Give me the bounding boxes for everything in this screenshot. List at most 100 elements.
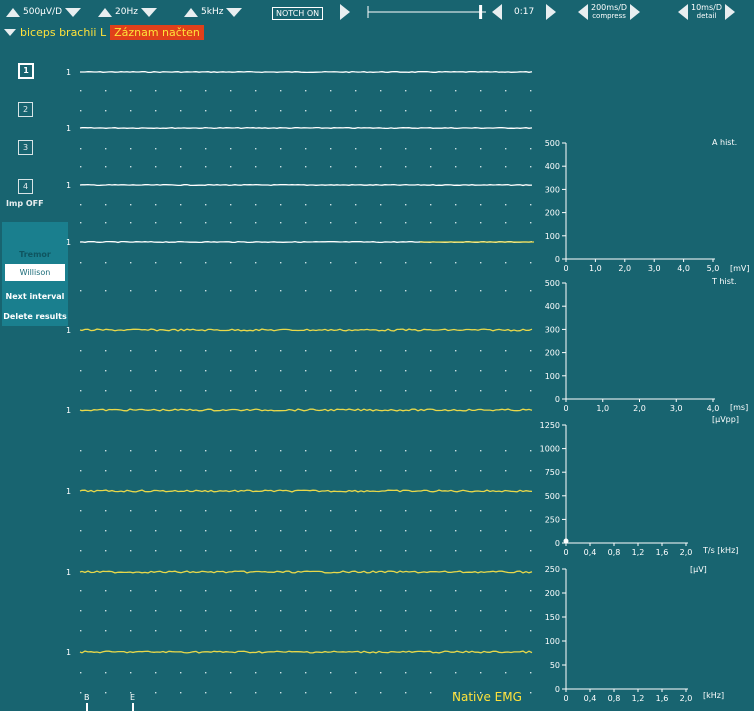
grid-dot [305, 550, 307, 552]
grid-dot [130, 370, 132, 372]
grid-dot [255, 110, 257, 112]
grid-dot [205, 450, 207, 452]
grid-dot [355, 550, 357, 552]
grid-dot [230, 350, 232, 352]
hist-xtick-label: 1,0 [596, 404, 609, 413]
grid-dot [155, 610, 157, 612]
marker-e[interactable] [132, 703, 134, 711]
hist-xtick-label: 2,0 [633, 404, 646, 413]
grid-dot [230, 290, 232, 292]
grid-dot [455, 204, 457, 206]
grid-dot [130, 550, 132, 552]
grid-dot [130, 630, 132, 632]
grid-dot [105, 204, 107, 206]
ts-data-point [563, 538, 569, 544]
emg-trace-3 [79, 183, 533, 187]
grid-dot [505, 390, 507, 392]
grid-dot [405, 204, 407, 206]
grid-dot [380, 630, 382, 632]
grid-dot [430, 222, 432, 224]
grid-dot [230, 450, 232, 452]
grid-dot [455, 166, 457, 168]
grid-dot [105, 110, 107, 112]
grid-dot [455, 390, 457, 392]
grid-dot [405, 590, 407, 592]
spectrum-xunit: [kHz] [703, 691, 725, 700]
grid-dot [130, 204, 132, 206]
marker-b-label: B [84, 693, 90, 702]
grid-dot [105, 672, 107, 674]
hist-ytick-label: 500 [545, 139, 560, 148]
hist-xtick-label: 0 [563, 264, 568, 273]
grid-dot [380, 470, 382, 472]
grid-dot [255, 672, 257, 674]
grid-dot [430, 390, 432, 392]
grid-dot [280, 692, 282, 694]
grid-dot [130, 90, 132, 92]
grid-dot [505, 450, 507, 452]
grid-dot [80, 148, 82, 150]
grid-dot [530, 672, 532, 674]
grid-dot [105, 262, 107, 264]
grid-dot [305, 262, 307, 264]
grid-dot [505, 610, 507, 612]
grid-dot [230, 630, 232, 632]
grid-dot [455, 510, 457, 512]
grid-dot [430, 262, 432, 264]
grid-dot [180, 350, 182, 352]
grid-dot [330, 630, 332, 632]
grid-dot [180, 222, 182, 224]
grid-dot [155, 450, 157, 452]
grid-dot [80, 530, 82, 532]
grid-dot [205, 470, 207, 472]
hist-ytick-label: 200 [545, 209, 560, 218]
grid-dot [455, 262, 457, 264]
grid-dot [305, 204, 307, 206]
grid-dot [455, 590, 457, 592]
hist-ytick-label: 1000 [540, 445, 560, 454]
hist-ytick-label: 50 [550, 661, 560, 670]
grid-dot [105, 390, 107, 392]
grid-dot [380, 510, 382, 512]
grid-dot [280, 610, 282, 612]
grid-dot [480, 222, 482, 224]
grid-dot [130, 390, 132, 392]
grid-dot [430, 510, 432, 512]
grid-dot [480, 166, 482, 168]
grid-dot [355, 390, 357, 392]
grid-dot [255, 630, 257, 632]
emg-trace-5 [79, 328, 533, 332]
grid-dot [505, 290, 507, 292]
hist-ytick-label: 150 [545, 613, 560, 622]
grid-dot [480, 390, 482, 392]
grid-dot [355, 148, 357, 150]
grid-dot [205, 370, 207, 372]
grid-dot [505, 630, 507, 632]
grid-dot [105, 90, 107, 92]
grid-dot [305, 166, 307, 168]
marker-b[interactable] [86, 703, 88, 711]
grid-dot [480, 148, 482, 150]
grid-dot [505, 350, 507, 352]
grid-dot [480, 530, 482, 532]
grid-dot [130, 166, 132, 168]
grid-dot [255, 148, 257, 150]
grid-dot [180, 148, 182, 150]
grid-dot [405, 470, 407, 472]
grid-dot [530, 550, 532, 552]
grid-dot [80, 672, 82, 674]
grid-dot [480, 370, 482, 372]
grid-dot [305, 290, 307, 292]
grid-dot [105, 450, 107, 452]
grid-dot [80, 350, 82, 352]
grid-dot [455, 350, 457, 352]
emg-trace-area[interactable]: 11111111101002003004005000 1,0 2,0 3,0 4,0 5,… [0, 0, 754, 711]
grid-dot [280, 530, 282, 532]
grid-dot [305, 110, 307, 112]
grid-dot [105, 590, 107, 592]
grid-dot [230, 692, 232, 694]
grid-dot [505, 110, 507, 112]
grid-dot [330, 450, 332, 452]
grid-dot [355, 590, 357, 592]
hist-ytick-label: 1250 [540, 421, 560, 430]
